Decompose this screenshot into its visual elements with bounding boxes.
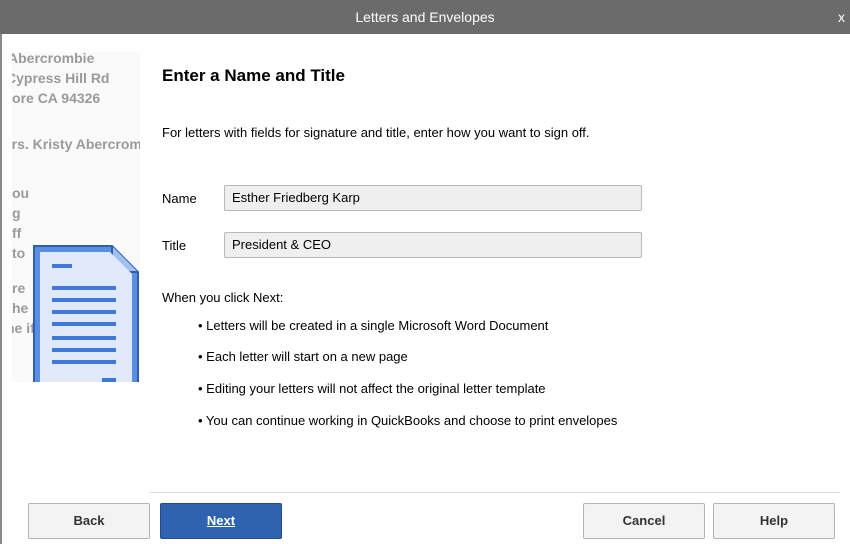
cancel-button-label: Cancel [622, 513, 666, 528]
title-field[interactable]: President & CEO [224, 232, 642, 258]
letter-preview-panel: Abercrombie Cypress Hill Rd Bayshore CA … [12, 52, 140, 382]
preview-line: Cypress Hill Rd [12, 70, 110, 86]
instructions-text: For letters with fields for signature an… [162, 125, 590, 140]
info-bullet: • You can continue working in QuickBooks… [198, 413, 618, 428]
preview-line: Mrs. Kristy Abercrombie [12, 136, 140, 152]
preview-fragment: ff [12, 225, 22, 241]
cancel-button[interactable]: Cancel [583, 503, 705, 539]
name-field[interactable]: Esther Friedberg Karp [224, 185, 642, 211]
preview-fragment: to [12, 245, 26, 261]
next-button-label: Next [206, 513, 236, 528]
help-button[interactable]: Help [713, 503, 835, 539]
close-icon[interactable]: x [838, 0, 850, 34]
when-next-text: When you click Next: [162, 290, 284, 305]
preview-fragment: ou [12, 185, 30, 201]
back-button-label: Back [73, 513, 105, 528]
window-left-border [0, 34, 2, 544]
footer-divider [150, 492, 840, 493]
info-bullet: • Each letter will start on a new page [198, 349, 408, 364]
window-titlebar: Letters and Envelopes x [0, 0, 850, 34]
preview-fragment: re [12, 280, 26, 296]
document-icon [33, 245, 139, 382]
info-bullet: • Letters will be created in a single Mi… [198, 318, 549, 333]
name-label: Name [162, 191, 197, 206]
title-label: Title [162, 238, 187, 253]
preview-fragment: g [12, 205, 21, 221]
back-button[interactable]: Back [28, 503, 150, 539]
preview-fragment: he [12, 300, 29, 316]
help-button-label: Help [759, 513, 789, 528]
next-button[interactable]: Next [160, 503, 282, 539]
window-title: Letters and Envelopes [355, 9, 495, 25]
preview-line: Abercrombie [12, 52, 95, 66]
page-title: Enter a Name and Title [162, 66, 345, 85]
preview-line: Bayshore CA 94326 [12, 90, 101, 106]
info-bullet: • Editing your letters will not affect t… [198, 381, 546, 396]
